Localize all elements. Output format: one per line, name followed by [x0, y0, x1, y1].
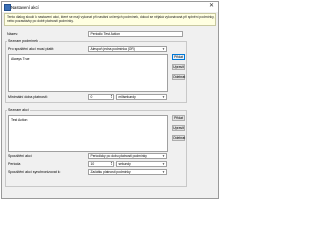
chevron-down-icon: ▼: [162, 170, 165, 174]
dialog-footer: [2, 188, 218, 198]
spinner-arrows-icon[interactable]: ▲ ▼: [110, 162, 112, 167]
period-unit: sekundy: [118, 162, 131, 166]
conditions-mode-value: Alespoň jedna podmínka (OR): [90, 47, 135, 51]
min-duration-spinner[interactable]: 0 ▲ ▼: [88, 94, 114, 100]
edit-action-button[interactable]: Upravit: [172, 125, 185, 131]
list-item[interactable]: Test Action: [11, 118, 27, 122]
period-label: Perioda: [8, 162, 21, 166]
close-icon[interactable]: ✕: [207, 3, 216, 10]
run-mode-label: Spouštění akcí: [8, 154, 32, 158]
add-action-button[interactable]: Přidat: [172, 115, 185, 121]
remove-condition-button[interactable]: Odebrat: [172, 74, 185, 80]
add-condition-button[interactable]: Přidat: [172, 54, 185, 60]
app-icon: [4, 4, 11, 11]
conditions-title: Seznam podmínek: [7, 39, 39, 43]
period-unit-select[interactable]: sekundy ▼: [116, 161, 167, 167]
min-duration-value: 0: [90, 95, 93, 99]
actions-title: Seznam akcí: [7, 108, 30, 112]
settings-dialog: Nastavení akcí ✕ Tento dialog slouží k n…: [1, 1, 219, 199]
run-mode-select[interactable]: Periodicky po dobu platnosti podmínky ▼: [88, 153, 167, 159]
spinner-arrows-icon[interactable]: ▲ ▼: [110, 95, 112, 100]
conditions-mode-label: Pro spuštění akcí musí platit:: [8, 47, 55, 51]
remove-action-button[interactable]: Odebrat: [172, 135, 185, 141]
list-item[interactable]: Always True: [11, 57, 29, 61]
name-input[interactable]: Periodic Test Action: [88, 31, 183, 37]
actions-list[interactable]: Test Action: [8, 115, 168, 152]
sync-label: Spouštění akcí synchronizovat k:: [8, 170, 61, 174]
min-duration-label: Minimální doba platnosti:: [8, 95, 48, 99]
period-spinner[interactable]: 10 ▲ ▼: [88, 161, 114, 167]
sync-value: Začátku platnosti podmínky: [90, 170, 131, 174]
sync-select[interactable]: Začátku platnosti podmínky ▼: [88, 169, 167, 175]
min-duration-unit: milisekundy: [118, 95, 136, 99]
info-panel: Tento dialog slouží k nastavení akcí, kt…: [4, 13, 216, 26]
info-text: Tento dialog slouží k nastavení akcí, kt…: [7, 15, 215, 24]
period-value: 10: [90, 162, 95, 166]
edit-condition-button[interactable]: Upravit: [172, 64, 185, 70]
run-mode-value: Periodicky po dobu platnosti podmínky: [90, 154, 147, 158]
chevron-down-icon: ▼: [162, 95, 165, 99]
chevron-down-icon: ▼: [162, 154, 165, 158]
title-bar: Nastavení akcí ✕: [2, 2, 218, 12]
min-duration-unit-select[interactable]: milisekundy ▼: [116, 94, 167, 100]
chevron-down-icon: ▼: [162, 162, 165, 166]
conditions-list[interactable]: Always True: [8, 54, 168, 92]
window-title: Nastavení akcí: [11, 4, 39, 10]
conditions-mode-select[interactable]: Alespoň jedna podmínka (OR) ▼: [88, 46, 167, 52]
name-label: Název:: [7, 32, 19, 36]
chevron-down-icon: ▼: [162, 47, 165, 51]
